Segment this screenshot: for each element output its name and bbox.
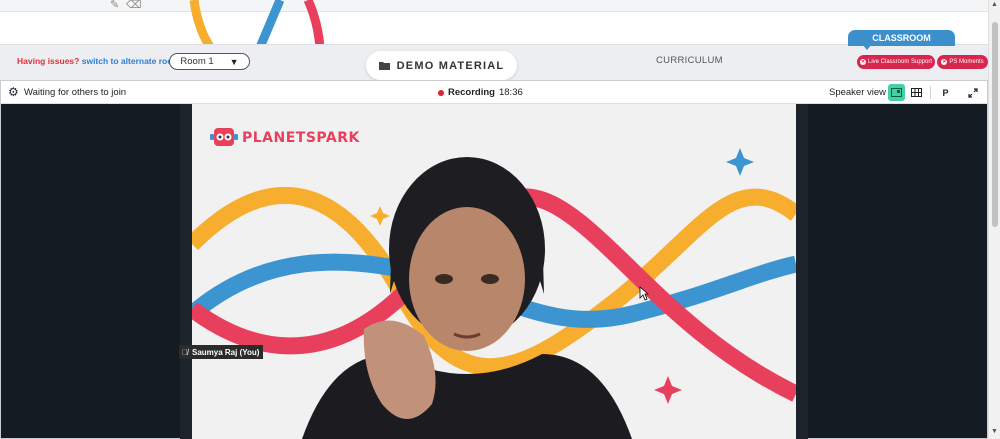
ps-moments-button[interactable]: ✕ PS Moments [937, 55, 988, 69]
room-selector-value: Room 1 [180, 56, 214, 67]
scrollbar-thumb[interactable] [992, 22, 998, 227]
drawing-toolbar: ✎ ⌫ [0, 0, 988, 12]
expand-icon [967, 87, 978, 98]
room-selector[interactable]: Room 1 ▼ [169, 53, 250, 70]
meeting-toolbar: ⚙ Waiting for others to join Recording 1… [1, 81, 987, 104]
participant-name: Saumya Raj (You) [192, 347, 260, 357]
demo-material-label: DEMO MATERIAL [396, 59, 505, 72]
waiting-status: Waiting for others to join [24, 87, 127, 98]
support-icon: ✕ [859, 59, 866, 65]
live-classroom-support-button[interactable]: ✕ Live Classroom Support [857, 55, 935, 69]
scroll-up-icon[interactable]: ▲ [991, 1, 998, 8]
p-button[interactable]: P [937, 84, 954, 101]
issues-text: Having issues? [17, 56, 80, 66]
recording-dot-icon [438, 89, 444, 96]
stage-right-margin [796, 104, 808, 439]
view-mode-label: Speaker view [829, 87, 887, 98]
fullscreen-button[interactable] [964, 84, 981, 101]
demo-material-button[interactable]: DEMO MATERIAL [366, 51, 517, 80]
page-scrollbar[interactable]: ▲ ▼ [988, 0, 1000, 439]
issues-notice: Having issues? switch to alternate room [17, 56, 180, 66]
live-support-label: Live Classroom Support [867, 59, 933, 65]
switch-room-link[interactable]: switch to alternate room [82, 56, 180, 66]
chevron-down-icon: ▼ [229, 56, 239, 67]
page: ✎ ⌫ Having issues? switch to alternate r… [0, 0, 1000, 439]
speaker-view-button[interactable] [888, 84, 905, 101]
scroll-down-icon[interactable]: ▼ [991, 428, 998, 435]
pencil-icon[interactable]: ✎ [110, 0, 119, 11]
recording-label: Recording [448, 87, 495, 98]
stage-left-margin [180, 104, 192, 439]
tab-classroom[interactable]: CLASSROOM [848, 30, 955, 46]
toolbar-divider [930, 86, 931, 99]
gear-icon[interactable]: ⚙ [8, 85, 19, 99]
participant-name-tag: 🎙̸ Saumya Raj (You) [179, 345, 264, 359]
ps-moments-label: PS Moments [949, 59, 984, 65]
moments-icon: ✕ [941, 59, 948, 65]
eraser-icon[interactable]: ⌫ [126, 0, 142, 11]
classroom-tab-pointer [863, 45, 871, 50]
speaker-view-icon [891, 88, 902, 97]
participant-video: PLANETSPARK [192, 104, 796, 439]
folder-icon [378, 62, 390, 70]
brand-logo: PLANETSPARK [242, 130, 360, 146]
tab-curriculum[interactable]: CURRICULUM [656, 55, 723, 66]
gallery-view-button[interactable] [908, 84, 925, 101]
mic-muted-icon: 🎙̸ [182, 347, 188, 357]
grid-icon [911, 88, 922, 97]
recording-indicator: Recording 18:36 [438, 87, 523, 98]
virtual-background [192, 128, 796, 439]
mouse-cursor-icon [639, 286, 649, 301]
recording-time: 18:36 [498, 87, 523, 98]
